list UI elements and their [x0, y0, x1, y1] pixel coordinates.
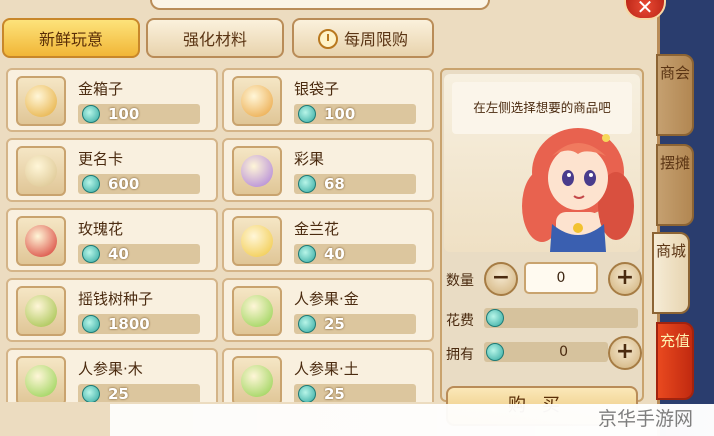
shop-item-card[interactable]: 银袋子 100	[222, 68, 434, 132]
decrease-qty-button[interactable]: −	[484, 262, 518, 296]
own-label: 拥有	[446, 347, 474, 363]
rose-glyph	[25, 225, 57, 257]
gold-chest-icon	[16, 76, 66, 126]
clock-icon	[317, 28, 338, 49]
shop-item-card[interactable]: 摇钱树种子 1800	[6, 278, 218, 342]
jade-coin-icon	[298, 105, 316, 123]
ginseng-fruit-icon	[16, 356, 66, 402]
money-seed-glyph	[25, 295, 57, 327]
rainbow-fruit-glyph	[241, 155, 273, 187]
jade-coin-icon	[82, 315, 100, 333]
jade-coin-icon	[298, 175, 316, 193]
item-price-value: 25	[324, 385, 345, 402]
item-name: 人参果·木	[78, 360, 143, 378]
item-price: 40	[294, 244, 416, 264]
cost-bar	[484, 308, 638, 328]
scroll-quill-glyph	[25, 155, 57, 187]
orchid-icon	[232, 216, 282, 266]
shop-item-card[interactable]: 金兰花 40	[222, 208, 434, 272]
item-name: 银袋子	[294, 80, 340, 98]
shop-item-card[interactable]: 人参果·土 25	[222, 348, 434, 402]
tab-upgrade-materials[interactable]: 强化材料	[146, 18, 284, 58]
own-bar: 0	[484, 342, 608, 362]
add-currency-button[interactable]: +	[608, 336, 642, 370]
shop-item-card[interactable]: 金箱子 100	[6, 68, 218, 132]
top-header-strip	[150, 0, 490, 10]
item-price: 100	[294, 104, 416, 124]
watermark-text: 京华手游网	[598, 408, 694, 430]
item-price-value: 25	[108, 385, 129, 402]
item-name: 玫瑰花	[78, 220, 124, 238]
item-name: 更名卡	[78, 150, 124, 168]
item-grid: 金箱子 100 银袋子 100 更名卡 600 彩果 68 玫瑰花 40 金兰花 40 摇钱树种子 180…	[0, 68, 438, 402]
tab-novelties[interactable]: 新鲜玩意	[2, 18, 140, 58]
jade-coin-icon	[298, 385, 316, 402]
jade-coin-icon	[82, 175, 100, 193]
jade-coin-icon	[486, 309, 504, 327]
item-price: 1800	[78, 314, 200, 334]
increase-qty-button[interactable]: +	[608, 262, 642, 296]
silver-bag-icon	[232, 76, 282, 126]
side-tab-stall[interactable]: 摆摊	[656, 144, 694, 226]
orchid-glyph	[241, 225, 273, 257]
rainbow-fruit-icon	[232, 146, 282, 196]
scroll-quill-icon	[16, 146, 66, 196]
item-price-value: 40	[324, 245, 345, 263]
item-price-value: 100	[108, 105, 140, 123]
money-seed-icon	[16, 286, 66, 336]
qty-label: 数量	[446, 273, 474, 289]
ginseng-fruit-glyph	[241, 365, 273, 397]
tab-weekly-limited[interactable]: 每周限购	[292, 18, 434, 58]
item-price-value: 600	[108, 175, 140, 193]
item-price: 25	[294, 384, 416, 402]
side-tab-mall[interactable]: 商城	[652, 232, 690, 314]
item-price-value: 25	[324, 315, 345, 333]
shop-item-card[interactable]: 彩果 68	[222, 138, 434, 202]
shop-item-card[interactable]: 人参果·金 25	[222, 278, 434, 342]
item-price-value: 1800	[108, 315, 150, 333]
ginseng-fruit-glyph	[241, 295, 273, 327]
item-price: 100	[78, 104, 200, 124]
item-name: 金箱子	[78, 80, 124, 98]
item-price: 25	[78, 384, 200, 402]
item-price: 600	[78, 174, 200, 194]
item-price-value: 100	[324, 105, 356, 123]
item-price: 25	[294, 314, 416, 334]
item-name: 人参果·金	[294, 290, 359, 308]
jade-coin-icon	[298, 245, 316, 263]
cost-label: 花费	[446, 313, 474, 329]
ginseng-fruit-icon	[232, 286, 282, 336]
own-value: 0	[559, 344, 568, 360]
quantity-input[interactable]: 0	[524, 262, 598, 294]
shop-item-card[interactable]: 更名卡 600	[6, 138, 218, 202]
jade-coin-icon	[82, 105, 100, 123]
item-name: 摇钱树种子	[78, 290, 154, 308]
side-tab-recharge[interactable]: 充值	[656, 322, 694, 400]
item-price: 68	[294, 174, 416, 194]
jade-coin-icon	[82, 385, 100, 402]
jade-coin-icon	[82, 245, 100, 263]
ginseng-fruit-icon	[232, 356, 282, 402]
item-name: 金兰花	[294, 220, 340, 238]
shopkeeper-girl-illustration	[522, 128, 634, 252]
side-tab-guild-shop[interactable]: 商会	[656, 54, 694, 136]
item-price-value: 68	[324, 175, 345, 193]
item-name: 彩果	[294, 150, 325, 168]
ginseng-fruit-glyph	[25, 365, 57, 397]
item-name: 人参果·土	[294, 360, 359, 378]
item-price: 40	[78, 244, 200, 264]
rose-icon	[16, 216, 66, 266]
gold-chest-glyph	[25, 85, 57, 117]
silver-bag-glyph	[241, 85, 273, 117]
jade-coin-icon	[298, 315, 316, 333]
item-price-value: 40	[108, 245, 129, 263]
shop-item-card[interactable]: 玫瑰花 40	[6, 208, 218, 272]
shop-item-card[interactable]: 人参果·木 25	[6, 348, 218, 402]
tab-weekly-limited-label: 每周限购	[343, 30, 408, 49]
